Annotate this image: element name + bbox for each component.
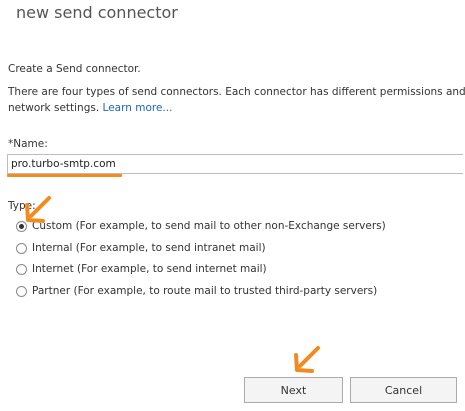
- radio-button-internet[interactable]: [16, 263, 27, 275]
- radio-label-custom: Custom (For example, to send mail to oth…: [32, 220, 386, 232]
- radio-label-internet: Internet (For example, to send internet …: [32, 263, 267, 275]
- radio-option-internal[interactable]: Internal (For example, to send intranet …: [16, 240, 266, 256]
- radio-option-partner[interactable]: Partner (For example, to route mail to t…: [16, 283, 377, 299]
- orange-arrow-icon: [25, 196, 51, 223]
- name-input[interactable]: [7, 154, 463, 174]
- radio-label-internal: Internal (For example, to send intranet …: [32, 242, 266, 254]
- radio-label-partner: Partner (For example, to route mail to t…: [32, 285, 378, 297]
- new-send-connector-dialog: new send connector Create a Send connect…: [0, 0, 465, 411]
- radio-option-internet[interactable]: Internet (For example, to send internet …: [16, 261, 267, 277]
- radio-option-custom[interactable]: Custom (For example, to send mail to oth…: [16, 218, 386, 234]
- description-body: There are four types of send connectors.…: [8, 86, 465, 114]
- description-text: There are four types of send connectors.…: [8, 84, 465, 116]
- learn-more-link[interactable]: Learn more...: [103, 102, 173, 114]
- orange-arrow-icon: [294, 346, 320, 373]
- next-button[interactable]: Next: [244, 377, 343, 403]
- cancel-button[interactable]: Cancel: [350, 377, 457, 403]
- highlight-underline: [7, 174, 122, 177]
- name-label: *Name:: [8, 138, 48, 150]
- radio-button-partner[interactable]: [16, 285, 27, 297]
- dialog-title: new send connector: [16, 3, 178, 22]
- radio-button-internal[interactable]: [16, 242, 27, 254]
- intro-text: Create a Send connector.: [8, 63, 141, 75]
